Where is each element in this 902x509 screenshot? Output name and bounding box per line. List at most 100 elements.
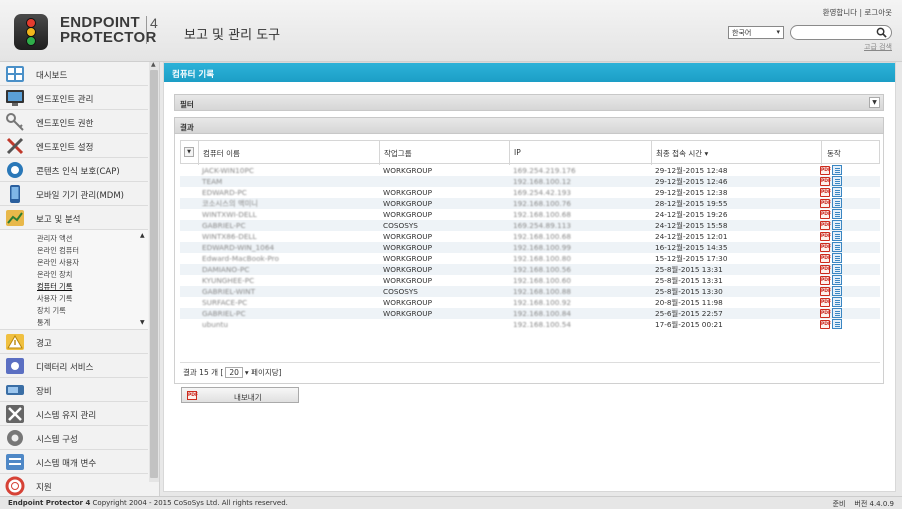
column-header-last-access[interactable]: 최종 접속 시간 ▾ bbox=[656, 148, 708, 159]
submenu-item-computer-history[interactable]: 컴퓨터 기록 bbox=[37, 282, 72, 292]
table-row[interactable]: ubuntu 192.168.100.54 17-6월-2015 00:21 PDF bbox=[180, 319, 880, 330]
hardware-icon bbox=[6, 385, 24, 395]
pdf-icon[interactable]: PDF bbox=[820, 177, 831, 186]
pdf-icon[interactable]: PDF bbox=[820, 243, 831, 252]
cell-last-access: 25-6월-2015 22:57 bbox=[655, 309, 723, 318]
column-menu-icon[interactable]: ▼ bbox=[184, 147, 194, 157]
cell-computer-name: GABRIEL-PC bbox=[202, 221, 246, 230]
table-row[interactable]: EDWARD-PC WORKGROUP 169.254.42.193 29-12월-2… bbox=[180, 187, 880, 198]
table-row[interactable]: 코소시스의 맥미니 WORKGROUP 192.168.100.76 28-12월-2… bbox=[180, 198, 880, 209]
pdf-icon[interactable]: PDF bbox=[820, 166, 831, 175]
details-icon[interactable] bbox=[832, 198, 842, 208]
sidebar-item-endpoint-rights[interactable]: 엔드포인트 권한 bbox=[0, 110, 148, 134]
sidebar-item-endpoint-management[interactable]: 엔드포인트 관리 bbox=[0, 86, 148, 110]
table-row[interactable]: EDWARD-WIN_1064 WORKGROUP 192.168.100.99 16… bbox=[180, 242, 880, 253]
details-icon[interactable] bbox=[832, 286, 842, 296]
column-header-ip[interactable]: IP bbox=[514, 148, 521, 157]
submenu-item-device-history[interactable]: 장치 기록 bbox=[37, 306, 66, 316]
sidebar-scrollbar[interactable]: ▲ bbox=[149, 61, 159, 482]
scroll-up-icon[interactable]: ▲ bbox=[140, 232, 145, 239]
details-icon[interactable] bbox=[832, 176, 842, 186]
advanced-search-link[interactable]: 고급 검색 bbox=[864, 42, 892, 52]
filter-label: 필터 bbox=[180, 100, 194, 109]
submenu-item-admin-actions[interactable]: 관리자 액션 bbox=[37, 234, 72, 244]
submenu-scrollbar[interactable]: ▲ ▼ bbox=[139, 232, 147, 326]
sidebar-item-endpoint-settings[interactable]: 엔드포인트 설정 bbox=[0, 134, 148, 158]
language-select[interactable]: 한국어 ▾ bbox=[728, 26, 784, 39]
sidebar-item-support[interactable]: 지원 bbox=[0, 474, 148, 498]
details-icon[interactable] bbox=[832, 308, 842, 318]
details-icon[interactable] bbox=[832, 253, 842, 263]
pdf-icon[interactable]: PDF bbox=[820, 210, 831, 219]
details-icon[interactable] bbox=[832, 297, 842, 307]
welcome-link[interactable]: 환영합니다 bbox=[823, 8, 858, 17]
submenu-item-online-devices[interactable]: 온라인 장치 bbox=[37, 270, 72, 280]
sidebar-item-dashboard[interactable]: 대시보드 bbox=[0, 62, 148, 86]
details-icon[interactable] bbox=[832, 242, 842, 252]
sidebar-item-label: 보고 및 분석 bbox=[36, 215, 81, 225]
chevron-down-icon[interactable]: ▼ bbox=[869, 97, 880, 108]
pdf-icon[interactable]: PDF bbox=[820, 287, 831, 296]
scroll-down-icon[interactable]: ▼ bbox=[140, 319, 145, 326]
pdf-icon[interactable]: PDF bbox=[820, 320, 831, 329]
table-row[interactable]: DAMIANO-PC WORKGROUP 192.168.100.56 25-8월-2… bbox=[180, 264, 880, 275]
sidebar-item-hardware[interactable]: 장비 bbox=[0, 378, 148, 402]
submenu-item-statistics[interactable]: 통계 bbox=[37, 318, 50, 328]
pdf-icon[interactable]: PDF bbox=[820, 298, 831, 307]
filter-panel-header[interactable]: 필터 ▼ bbox=[174, 94, 884, 111]
details-icon[interactable] bbox=[832, 187, 842, 197]
pdf-icon[interactable]: PDF bbox=[820, 309, 831, 318]
table-row[interactable]: GABRIEL-WINT COSOSYS 192.168.100.88 25-8월-2… bbox=[180, 286, 880, 297]
sidebar-item-content-aware[interactable]: 콘텐츠 인식 보호(CAP) bbox=[0, 158, 148, 182]
cell-ip: 192.168.100.84 bbox=[513, 309, 572, 318]
scrollbar-thumb[interactable] bbox=[150, 70, 158, 478]
pdf-icon[interactable]: PDF bbox=[820, 232, 831, 241]
sidebar-item-system-maintenance[interactable]: 시스템 유지 관리 bbox=[0, 402, 148, 426]
sidebar-item-label: 엔드포인트 설정 bbox=[36, 143, 94, 153]
details-icon[interactable] bbox=[832, 264, 842, 274]
page-size-select[interactable]: 20 bbox=[225, 367, 243, 378]
cell-last-access: 25-8월-2015 13:31 bbox=[655, 276, 723, 285]
submenu-item-online-users[interactable]: 온라인 사용자 bbox=[37, 258, 79, 268]
table-row[interactable]: GABRIEL-PC COSOSYS 169.254.89.113 24-12월-20… bbox=[180, 220, 880, 231]
sidebar-item-reports[interactable]: 보고 및 분석 bbox=[0, 206, 148, 230]
details-icon[interactable] bbox=[832, 165, 842, 175]
pdf-icon[interactable]: PDF bbox=[820, 199, 831, 208]
export-button[interactable]: PDF 내보내기 bbox=[181, 387, 299, 403]
table-row[interactable]: SURFACE-PC WORKGROUP 192.168.100.92 20-8월-2… bbox=[180, 297, 880, 308]
sidebar-item-system-configuration[interactable]: 시스템 구성 bbox=[0, 426, 148, 450]
sidebar-item-mdm[interactable]: 모바일 기기 관리(MDM) bbox=[0, 182, 148, 206]
logout-link[interactable]: 로그아웃 bbox=[864, 8, 892, 17]
search-icon[interactable] bbox=[876, 27, 887, 38]
sidebar-item-alerts[interactable]: 경고 bbox=[0, 330, 148, 354]
details-icon[interactable] bbox=[832, 275, 842, 285]
sidebar-item-label: 대시보드 bbox=[36, 71, 68, 81]
sidebar-item-system-parameters[interactable]: 시스템 매개 변수 bbox=[0, 450, 148, 474]
column-header-computer-name[interactable]: 컴퓨터 이름 bbox=[203, 148, 240, 159]
pdf-icon[interactable]: PDF bbox=[820, 265, 831, 274]
submenu-item-user-history[interactable]: 사용자 기록 bbox=[37, 294, 72, 304]
version-text: 버전 4.4.0.9 bbox=[854, 500, 894, 508]
table-row[interactable]: JACK-WIN10PC WORKGROUP 169.254.219.176 29-1… bbox=[180, 165, 880, 176]
pdf-icon[interactable]: PDF bbox=[820, 188, 831, 197]
details-icon[interactable] bbox=[832, 319, 842, 329]
table-row[interactable]: KYUNGHEE-PC WORKGROUP 192.168.100.60 25-8월-… bbox=[180, 275, 880, 286]
sidebar-item-directory-services[interactable]: 디렉터리 서비스 bbox=[0, 354, 148, 378]
table-row[interactable]: WINTXWI-DELL WORKGROUP 192.168.100.68 24-12… bbox=[180, 209, 880, 220]
table-row[interactable]: Edward-MacBook-Pro WORKGROUP 192.168.100.8… bbox=[180, 253, 880, 264]
table-row[interactable]: TEAM 192.168.100.12 29-12월-2015 12:46 PDF bbox=[180, 176, 880, 187]
table-row[interactable]: GABRIEL-PC WORKGROUP 192.168.100.84 25-6월-2… bbox=[180, 308, 880, 319]
search-input[interactable] bbox=[790, 25, 892, 40]
traffic-light-logo-icon bbox=[14, 14, 48, 50]
scroll-up-icon[interactable]: ▲ bbox=[151, 61, 156, 68]
submenu-item-online-computers[interactable]: 온라인 컴퓨터 bbox=[37, 246, 79, 256]
pdf-icon[interactable]: PDF bbox=[820, 276, 831, 285]
pdf-icon[interactable]: PDF bbox=[820, 221, 831, 230]
column-header-workgroup[interactable]: 작업그룹 bbox=[384, 148, 412, 159]
details-icon[interactable] bbox=[832, 231, 842, 241]
details-icon[interactable] bbox=[832, 220, 842, 230]
details-icon[interactable] bbox=[832, 209, 842, 219]
pdf-icon[interactable]: PDF bbox=[820, 254, 831, 263]
result-count: 결과 15 개 bbox=[183, 368, 219, 377]
table-row[interactable]: WINTX86-DELL WORKGROUP 192.168.100.68 24-12… bbox=[180, 231, 880, 242]
